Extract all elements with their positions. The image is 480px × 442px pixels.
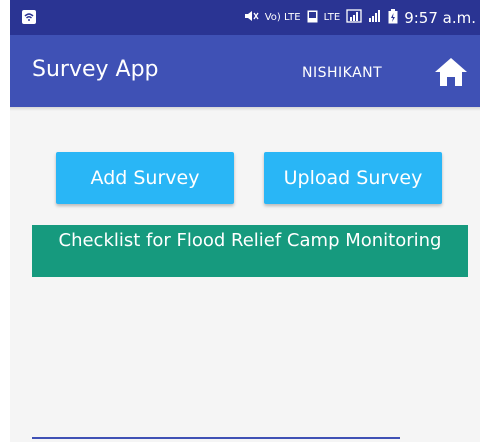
clock: 9:57 a.m.: [404, 8, 476, 27]
survey-list-item[interactable]: Checklist for Flood Relief Camp Monitori…: [32, 225, 468, 277]
app-screen: Vo) LTE LTE 9:57 a.m. Survey App NISHIKA…: [10, 0, 480, 442]
mute-icon: [243, 9, 259, 26]
app-bar: Survey App NISHIKANT: [10, 35, 480, 107]
battery-icon: [388, 8, 398, 27]
upload-survey-button[interactable]: Upload Survey: [264, 152, 442, 204]
lte-indicator: LTE: [323, 11, 341, 23]
add-survey-button[interactable]: Add Survey: [56, 152, 234, 204]
signal-icon-2: [368, 9, 382, 26]
survey-title: Checklist for Flood Relief Camp Monitori…: [58, 230, 442, 251]
status-bar: Vo) LTE LTE 9:57 a.m.: [10, 0, 480, 35]
signal-icon: [346, 9, 362, 26]
user-name: NISHIKANT: [302, 65, 383, 81]
app-bar-shadow: [10, 107, 480, 111]
volte-indicator: Vo) LTE: [264, 11, 301, 23]
sim-card-icon: [20, 8, 38, 26]
home-icon[interactable]: [434, 57, 468, 87]
status-indicators: Vo) LTE LTE 9:57 a.m.: [243, 0, 476, 35]
app-title: Survey App: [32, 57, 159, 82]
battery-saver-icon: [307, 10, 318, 26]
input-underline: [32, 437, 400, 439]
